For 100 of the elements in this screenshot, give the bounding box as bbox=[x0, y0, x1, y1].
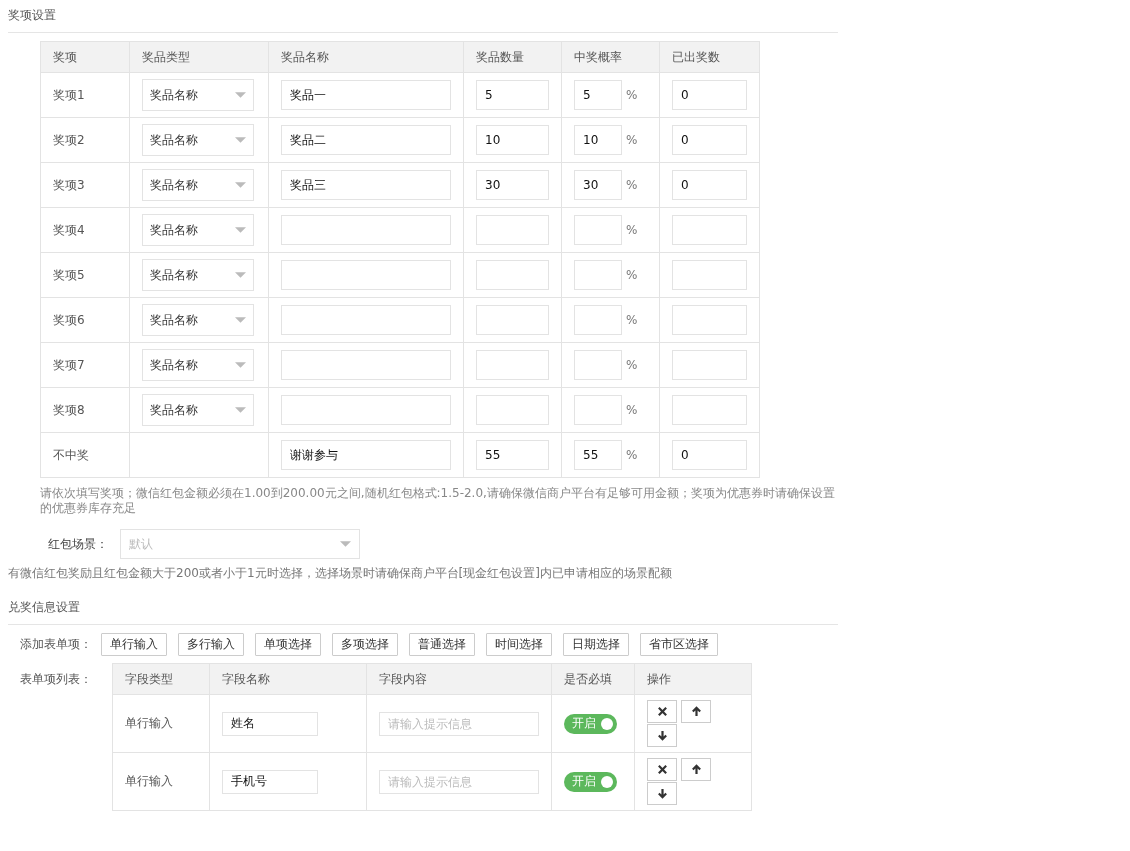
quantity-field[interactable]: 5 bbox=[476, 80, 549, 110]
section-title: 奖项设置 bbox=[8, 0, 838, 33]
field-content-input[interactable]: 请输入提示信息 bbox=[379, 769, 539, 794]
close-icon bbox=[656, 764, 668, 775]
percent-sign: % bbox=[626, 358, 638, 372]
issued-count-field[interactable]: 0 bbox=[672, 440, 747, 470]
hint-text: 有微信红包奖励且红包金额大于200或者小于1元时选择，选择场景时请确保商户平台[现金红包设置]内已申请相应的场景配额 bbox=[8, 565, 673, 582]
field-label: 红包场景： bbox=[48, 535, 109, 553]
field-label: 表单项列表： bbox=[20, 671, 93, 688]
quantity-field[interactable]: 10 bbox=[476, 125, 549, 155]
prize-type-dropdown[interactable]: 奖品名称 bbox=[142, 259, 254, 291]
percent-sign: % bbox=[626, 448, 638, 462]
percent-sign: % bbox=[626, 223, 638, 237]
move-down-button[interactable] bbox=[647, 782, 677, 805]
add-field-button[interactable]: 日期选择 bbox=[563, 633, 629, 656]
caret-icon bbox=[340, 541, 351, 547]
quantity-field[interactable]: 55 bbox=[476, 440, 549, 470]
prize-name-field[interactable] bbox=[281, 260, 451, 290]
table-cell: 奖项5 bbox=[40, 252, 130, 298]
issued-count-field[interactable] bbox=[672, 350, 747, 380]
issued-count-field[interactable]: 0 bbox=[672, 170, 747, 200]
table-cell: 奖项3 bbox=[40, 162, 130, 208]
probability-field[interactable] bbox=[574, 260, 622, 290]
percent-sign: % bbox=[626, 178, 638, 192]
prize-type-dropdown[interactable]: 奖品名称 bbox=[142, 304, 254, 336]
move-down-button[interactable] bbox=[647, 724, 677, 747]
field-name-input[interactable]: 姓名 bbox=[222, 711, 318, 736]
column-header: 已出奖数 bbox=[659, 41, 760, 73]
quantity-field[interactable] bbox=[476, 305, 549, 335]
field-name-input[interactable]: 手机号 bbox=[222, 769, 318, 794]
column-header: 字段名称 bbox=[209, 663, 367, 695]
add-field-button[interactable]: 省市区选择 bbox=[640, 633, 718, 656]
quantity-field[interactable] bbox=[476, 215, 549, 245]
issued-count-field[interactable] bbox=[672, 215, 747, 245]
arrow-down-icon bbox=[656, 788, 668, 799]
probability-field[interactable]: 5 bbox=[574, 80, 622, 110]
prize-type-dropdown[interactable]: 奖品名称 bbox=[142, 169, 254, 201]
table-cell: 单行输入 bbox=[112, 752, 210, 811]
issued-count-field[interactable]: 0 bbox=[672, 80, 747, 110]
percent-sign: % bbox=[626, 88, 638, 102]
caret-icon bbox=[235, 272, 246, 278]
prize-name-field[interactable] bbox=[281, 395, 451, 425]
prize-type-dropdown[interactable]: 奖品名称 bbox=[142, 79, 254, 111]
add-field-button[interactable]: 单项选择 bbox=[255, 633, 321, 656]
prize-type-dropdown[interactable]: 奖品名称 bbox=[142, 124, 254, 156]
column-header: 中奖概率 bbox=[561, 41, 660, 73]
table-cell: 奖项2 bbox=[40, 117, 130, 163]
column-header: 字段类型 bbox=[112, 663, 210, 695]
table-cell: 奖项4 bbox=[40, 207, 130, 253]
arrow-down-icon bbox=[656, 730, 668, 741]
prize-type-dropdown[interactable]: 奖品名称 bbox=[142, 394, 254, 426]
probability-field[interactable]: 10 bbox=[574, 125, 622, 155]
prize-name-field[interactable]: 奖品二 bbox=[281, 125, 451, 155]
add-field-button[interactable]: 普通选择 bbox=[409, 633, 475, 656]
quantity-field[interactable]: 30 bbox=[476, 170, 549, 200]
prize-type-dropdown[interactable]: 奖品名称 bbox=[142, 349, 254, 381]
arrow-up-icon bbox=[690, 764, 702, 775]
percent-sign: % bbox=[626, 268, 638, 282]
hint-text: 请依次填写奖项；微信红包金额必须在1.00到200.00元之间,随机红包格式:1.5-2.0,请确保微信商户平台有足够可用金额；奖项为优惠券时请确保设置的优惠券库存充足 bbox=[40, 486, 836, 516]
prize-name-field[interactable]: 奖品一 bbox=[281, 80, 451, 110]
probability-field[interactable] bbox=[574, 350, 622, 380]
table-cell: 单行输入 bbox=[112, 694, 210, 753]
column-header: 是否必填 bbox=[551, 663, 635, 695]
column-header: 字段内容 bbox=[366, 663, 552, 695]
issued-count-field[interactable] bbox=[672, 260, 747, 290]
probability-field[interactable] bbox=[574, 305, 622, 335]
field-content-input[interactable]: 请输入提示信息 bbox=[379, 711, 539, 736]
move-up-button[interactable] bbox=[681, 700, 711, 723]
add-field-button[interactable]: 单行输入 bbox=[101, 633, 167, 656]
caret-icon bbox=[235, 317, 246, 323]
issued-count-field[interactable] bbox=[672, 395, 747, 425]
add-field-button[interactable]: 多项选择 bbox=[332, 633, 398, 656]
probability-field[interactable] bbox=[574, 215, 622, 245]
add-field-button[interactable]: 时间选择 bbox=[486, 633, 552, 656]
delete-button[interactable] bbox=[647, 700, 677, 723]
probability-field[interactable]: 30 bbox=[574, 170, 622, 200]
percent-sign: % bbox=[626, 133, 638, 147]
prize-name-field[interactable]: 谢谢参与 bbox=[281, 440, 451, 470]
field-label: 添加表单项： bbox=[20, 636, 93, 653]
quantity-field[interactable] bbox=[476, 350, 549, 380]
add-field-button[interactable]: 多行输入 bbox=[178, 633, 244, 656]
prize-type-dropdown[interactable]: 奖品名称 bbox=[142, 214, 254, 246]
prize-name-field[interactable] bbox=[281, 305, 451, 335]
probability-field[interactable] bbox=[574, 395, 622, 425]
prize-name-field[interactable] bbox=[281, 350, 451, 380]
quantity-field[interactable] bbox=[476, 395, 549, 425]
caret-icon bbox=[235, 407, 246, 413]
prize-name-field[interactable]: 奖品三 bbox=[281, 170, 451, 200]
column-header: 奖品类型 bbox=[129, 41, 269, 73]
prize-name-field[interactable] bbox=[281, 215, 451, 245]
issued-count-field[interactable]: 0 bbox=[672, 125, 747, 155]
arrow-up-icon bbox=[690, 706, 702, 717]
move-up-button[interactable] bbox=[681, 758, 711, 781]
issued-count-field[interactable] bbox=[672, 305, 747, 335]
table-cell: 奖项6 bbox=[40, 297, 130, 343]
probability-field[interactable]: 55 bbox=[574, 440, 622, 470]
percent-sign: % bbox=[626, 403, 638, 417]
quantity-field[interactable] bbox=[476, 260, 549, 290]
caret-icon bbox=[235, 182, 246, 188]
delete-button[interactable] bbox=[647, 758, 677, 781]
